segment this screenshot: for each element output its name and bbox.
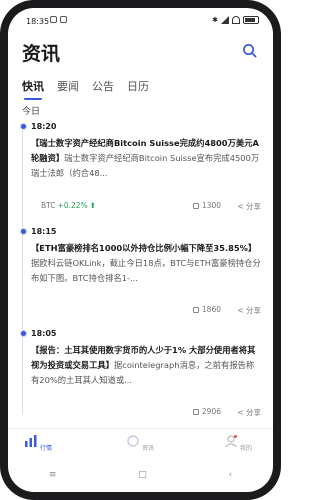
thumbs-up-icon xyxy=(192,203,199,209)
news-item[interactable]: 18:05 【报告：土耳其使用数字货币的人少于1% 大部分使用者将其视为投资或交… xyxy=(31,329,261,388)
notification-icon xyxy=(50,16,57,23)
nav-label: 行情 xyxy=(39,445,52,452)
news-summary: 据欧科云链OKLink，截止今日18点，BTC与ETH富豪榜持仓分布如下图。BT… xyxy=(31,258,261,283)
chart-icon xyxy=(25,435,37,447)
status-bar: 18:35 ✱ xyxy=(8,8,273,30)
news-meta: 2906 < 分享 xyxy=(31,407,261,419)
news-item[interactable]: 18:15 【ETH富豪榜排名1000以外持仓比例小幅下降至35.85%】据欧科… xyxy=(31,227,261,286)
thumbs-up-icon xyxy=(192,409,199,415)
share-icon: < xyxy=(237,306,246,315)
notification-icon xyxy=(60,16,67,23)
back-icon[interactable]: ‹ xyxy=(228,470,232,480)
signal-icon xyxy=(221,16,229,24)
menu-icon[interactable]: ≡ xyxy=(49,470,57,480)
notification-icons xyxy=(50,16,67,23)
share-button[interactable]: < 分享 xyxy=(237,201,261,212)
news-text: 【ETH富豪榜排名1000以外持仓比例小幅下降至35.85%】据欧科云链OKLi… xyxy=(31,241,261,286)
coin-change: +0.22% xyxy=(57,201,88,210)
tab-announcements[interactable]: 公告 xyxy=(92,78,114,100)
section-date: 今日 xyxy=(22,107,41,117)
status-right: ✱ xyxy=(212,16,259,24)
share-label: 分享 xyxy=(246,408,261,417)
likes-count: 1300 xyxy=(201,201,221,210)
news-meta: BTC +0.22% ⬆ 1300 < 分享 xyxy=(31,201,261,213)
tab-headlines[interactable]: 要闻 xyxy=(57,78,79,100)
share-icon: < xyxy=(237,202,246,211)
nav-label: 我的 xyxy=(239,445,252,452)
page-title: 资讯 xyxy=(22,43,61,65)
news-icon xyxy=(127,435,139,447)
news-text: 【报告：土耳其使用数字货币的人少于1% 大部分使用者将其视为投资或交易工具】据c… xyxy=(31,343,261,388)
news-text: 【瑞士数字资产经纪商Bitcoin Suisse完成约4800万美元A轮融资】瑞… xyxy=(31,136,261,181)
news-time: 18:15 xyxy=(31,227,57,236)
wifi-icon xyxy=(232,16,240,24)
likes-count: 1860 xyxy=(201,305,221,314)
nav-market[interactable]: 行情 xyxy=(18,435,58,452)
news-item[interactable]: 18:20 【瑞士数字资产经纪商Bitcoin Suisse完成约4800万美元… xyxy=(31,122,261,181)
app-screen: 18:35 ✱ 资讯 快讯 要闻 公告 日历 今日 18:20 【瑞士数字资产经… xyxy=(8,8,273,492)
nav-profile[interactable]: 我的 xyxy=(218,435,258,452)
share-button[interactable]: < 分享 xyxy=(237,407,261,418)
coin-tag[interactable]: BTC +0.22% ⬆ xyxy=(41,201,96,210)
tab-calendar[interactable]: 日历 xyxy=(127,78,149,100)
news-summary: 瑞士数字资产经纪商Bitcoin Suisse宣布完成4500万瑞士法郎（约合4… xyxy=(31,153,260,178)
bottom-nav: 行情 资讯 我的 xyxy=(8,428,273,465)
likes[interactable]: 1860 xyxy=(192,305,221,314)
timeline-line xyxy=(22,125,23,415)
up-arrow-icon: ⬆ xyxy=(89,201,96,210)
news-time: 18:05 xyxy=(31,329,57,338)
bluetooth-icon: ✱ xyxy=(212,16,218,24)
timeline-dot xyxy=(20,123,27,130)
nav-news[interactable]: 资讯 xyxy=(120,435,160,452)
news-time: 18:20 xyxy=(31,122,57,131)
tab-flash[interactable]: 快讯 xyxy=(22,78,44,100)
share-label: 分享 xyxy=(246,306,261,315)
nav-label: 资讯 xyxy=(141,445,154,452)
tab-bar: 快讯 要闻 公告 日历 xyxy=(22,78,149,100)
status-time: 18:35 xyxy=(26,17,50,26)
search-icon[interactable] xyxy=(242,43,257,58)
share-button[interactable]: < 分享 xyxy=(237,305,261,316)
likes-count: 2906 xyxy=(201,407,221,416)
battery-icon xyxy=(243,16,259,24)
likes[interactable]: 1300 xyxy=(192,201,221,210)
timeline-dot xyxy=(20,228,27,235)
user-icon xyxy=(225,435,238,448)
coin-symbol: BTC xyxy=(41,201,56,210)
share-icon: < xyxy=(237,408,246,417)
thumbs-up-icon xyxy=(192,307,199,313)
phone-frame: 18:35 ✱ 资讯 快讯 要闻 公告 日历 今日 18:20 【瑞士数字资产经… xyxy=(0,0,281,500)
news-headline: 【ETH富豪榜排名1000以外持仓比例小幅下降至35.85%】 xyxy=(31,243,257,253)
news-meta: 1860 < 分享 xyxy=(31,305,261,317)
share-label: 分享 xyxy=(246,202,261,211)
home-icon[interactable]: □ xyxy=(138,470,147,480)
likes[interactable]: 2906 xyxy=(192,407,221,416)
timeline-dot xyxy=(20,330,27,337)
system-nav-bar: ≡ □ ‹ xyxy=(8,466,273,484)
